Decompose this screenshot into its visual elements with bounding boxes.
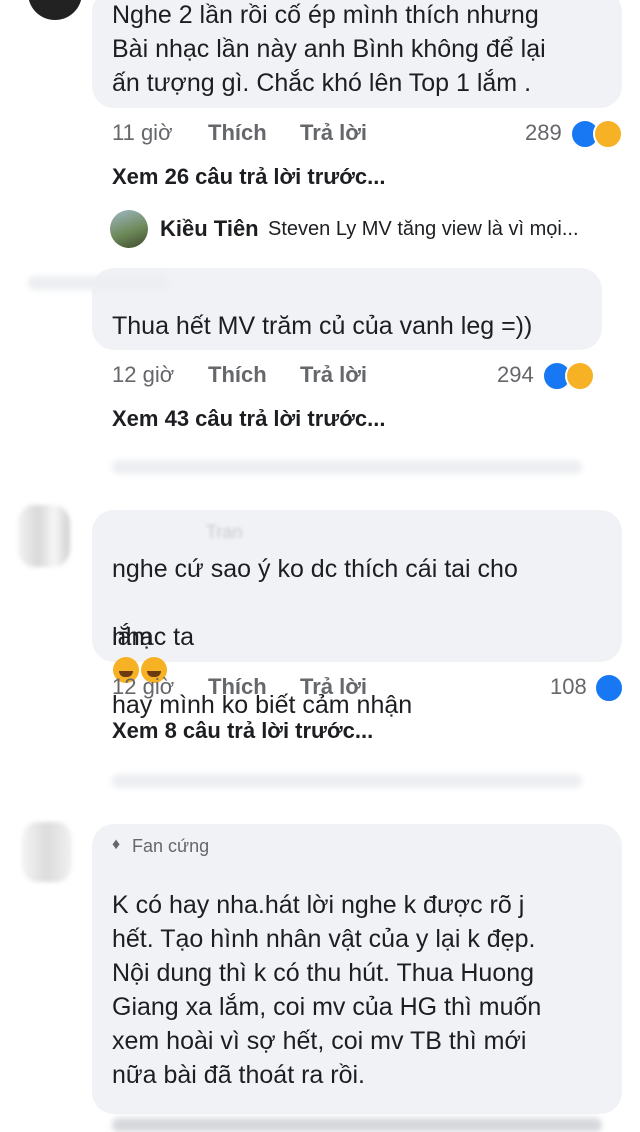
comment-text-line-1: nghe cứ sao ý ko dc thích cái tai cho: [112, 555, 518, 583]
reply-link[interactable]: Trả lời: [300, 674, 367, 700]
cut-off-meta-row: [112, 1118, 602, 1132]
blurred-reply-preview: [112, 774, 582, 788]
view-previous-replies[interactable]: Xem 43 câu trả lời trước...: [112, 406, 385, 432]
reply-link[interactable]: Trả lời: [300, 120, 367, 146]
comment-time[interactable]: 12 giờ: [112, 674, 174, 700]
reply-author[interactable]: Kiều Tiên: [160, 216, 259, 242]
comment-text: Thua hết MV trăm củ của vanh leg =)): [112, 312, 533, 340]
reply-avatar[interactable]: [110, 210, 148, 248]
comment-text: K có hay nha.hát lời nghe k được rõ j hế…: [112, 891, 542, 1089]
fan-badge-label: Fan cứng: [132, 836, 210, 856]
like-reaction-icon: [594, 673, 624, 703]
comment-text-line-3: nhạc ta: [112, 623, 195, 651]
comment-text-line-2: lắm hay mình ko biết cảm nhận: [112, 586, 412, 722]
reaction-count[interactable]: 294: [497, 362, 534, 388]
haha-reaction-icon: [565, 361, 595, 391]
blurred-reply-preview: [112, 460, 582, 474]
view-previous-replies[interactable]: Xem 8 câu trả lời trước...: [112, 718, 373, 744]
haha-reaction-icon: [593, 119, 623, 149]
comment-time[interactable]: 11 giờ: [112, 120, 173, 146]
reply-preview-text[interactable]: Steven Ly MV tăng view là vì mọi...: [268, 218, 579, 241]
blurred-author: [28, 276, 168, 290]
comment-time[interactable]: 12 giờ: [112, 362, 174, 388]
commenter-avatar[interactable]: [28, 0, 82, 20]
like-link[interactable]: Thích: [208, 120, 267, 146]
reaction-count[interactable]: 289: [525, 120, 562, 146]
commenter-avatar[interactable]: [22, 822, 72, 882]
fan-badge-icon: ♦: [112, 836, 121, 853]
comment-author[interactable]: Tran: [206, 522, 242, 543]
view-previous-replies[interactable]: Xem 26 câu trả lời trước...: [112, 164, 385, 190]
like-link[interactable]: Thích: [208, 674, 267, 700]
reaction-count[interactable]: 108: [550, 674, 587, 700]
commenter-avatar[interactable]: [18, 505, 70, 567]
like-link[interactable]: Thích: [208, 362, 267, 388]
comment-text: Nghe 2 lần rồi cố ép mình thích nhưng Bà…: [112, 1, 546, 97]
reply-link[interactable]: Trả lời: [300, 362, 367, 388]
